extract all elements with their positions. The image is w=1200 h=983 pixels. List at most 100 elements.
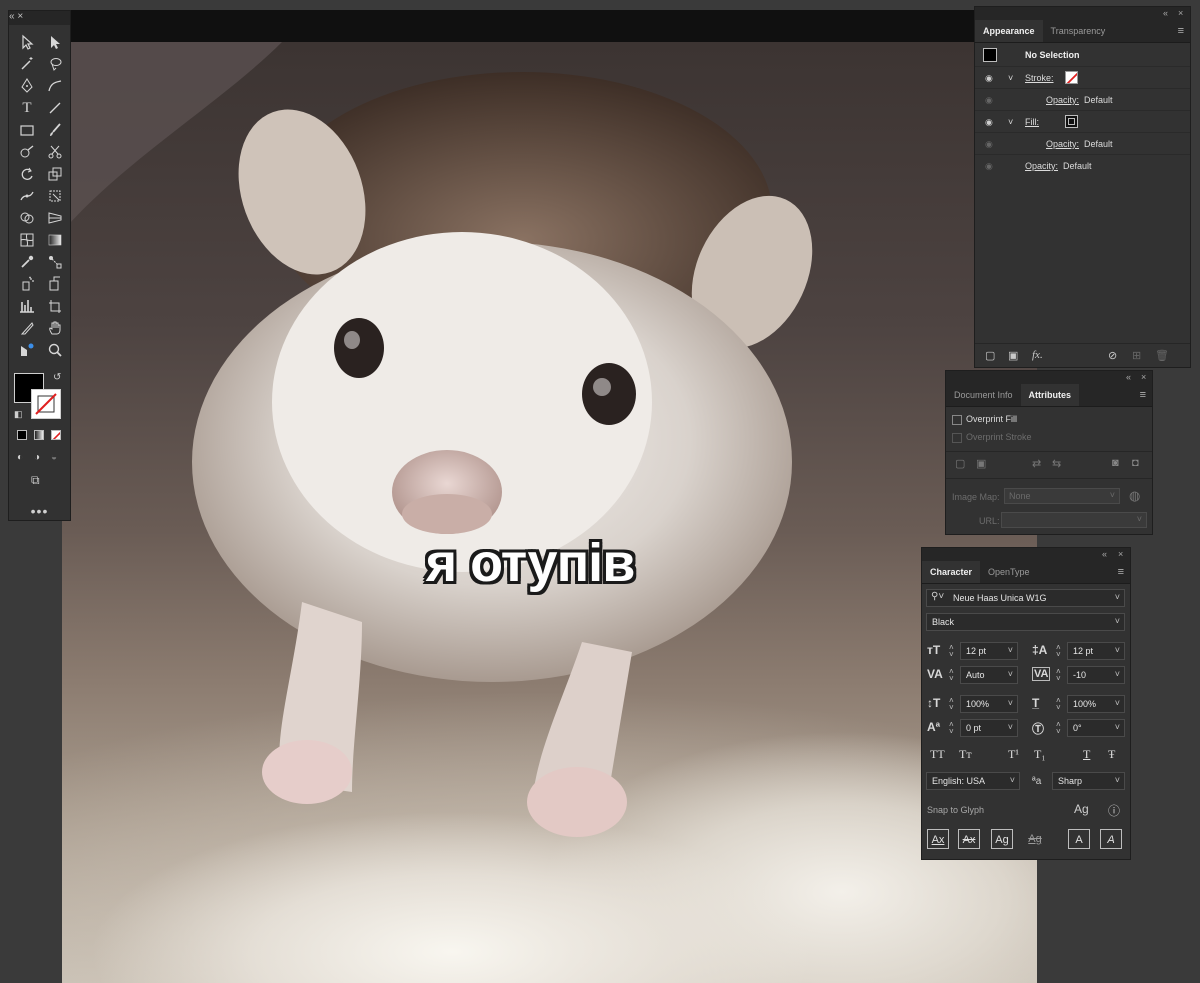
reverse-direction-off-icon[interactable]: ◙	[1112, 457, 1119, 469]
direct-selection-tool-icon[interactable]	[41, 31, 69, 53]
curvature-tool-icon[interactable]	[41, 75, 69, 97]
live-paint-bucket-tool-icon[interactable]	[41, 273, 69, 295]
snap-x-height-button[interactable]: Ax	[958, 829, 980, 849]
horizontal-scale-input[interactable]: 100% ˅	[1067, 695, 1125, 713]
duplicate-item-icon[interactable]: ⊞	[1132, 349, 1141, 362]
tab-attributes[interactable]: Attributes	[1020, 384, 1080, 406]
close-icon[interactable]: ×	[1178, 8, 1183, 18]
tools-panel-grip[interactable]: « ×	[9, 11, 70, 25]
panel-menu-icon[interactable]: ≡	[1178, 25, 1184, 37]
tab-character[interactable]: Character	[922, 561, 981, 583]
tab-document-info[interactable]: Document Info	[946, 384, 1021, 406]
rotation-input[interactable]: 0° ˅	[1067, 719, 1125, 737]
add-new-fill-icon[interactable]: ▣	[1008, 349, 1018, 362]
overprint-stroke-checkbox[interactable]	[952, 432, 962, 443]
line-segment-tool-icon[interactable]	[41, 97, 69, 119]
visibility-eye-icon[interactable]: ◉	[985, 161, 993, 172]
visibility-eye-icon[interactable]: ◉	[985, 95, 993, 106]
close-icon[interactable]: ×	[1118, 549, 1123, 559]
pen-tool-icon[interactable]	[13, 75, 41, 97]
snap-proximity-guides-button[interactable]: Ag	[1024, 829, 1046, 849]
attributes-panel-header[interactable]: « ×	[946, 371, 1152, 385]
shaper-tool-icon[interactable]	[13, 141, 41, 163]
add-new-stroke-icon[interactable]: ▢	[985, 349, 995, 362]
zoom-tool-icon[interactable]	[41, 339, 69, 361]
character-panel-header[interactable]: « ×	[922, 548, 1130, 562]
fill-row[interactable]: ◉ ˅ Fill:	[975, 111, 1190, 133]
default-fill-stroke-icon[interactable]: ◧	[14, 409, 23, 420]
subscript-button[interactable]: T₁	[1034, 747, 1046, 762]
stroke-opacity-row[interactable]: ◉ Opacity: Default	[975, 89, 1190, 111]
rotation-stepper[interactable]: ˄ ˅	[1056, 721, 1061, 736]
font-style-select[interactable]: Black ˅	[926, 613, 1125, 631]
anti-alias-select[interactable]: Sharp ˅	[1052, 772, 1125, 790]
fill-label[interactable]: Fill:	[1025, 117, 1039, 127]
tracking-input[interactable]: -10 ˅	[1067, 666, 1125, 684]
column-graph-tool-icon[interactable]	[13, 295, 41, 317]
close-icon[interactable]: ×	[17, 11, 23, 22]
snap-glyph-bounds-button[interactable]: Ag	[991, 829, 1013, 849]
slice-tool-icon[interactable]	[13, 317, 41, 339]
fill-opacity-label[interactable]: Opacity:	[1046, 139, 1079, 149]
tab-opentype[interactable]: OpenType	[980, 561, 1038, 583]
color-mode-icon[interactable]	[17, 430, 27, 440]
screen-mode-icon[interactable]: ⧉	[31, 473, 40, 488]
close-icon[interactable]: ×	[1141, 372, 1146, 382]
appearance-panel-header[interactable]: « ×	[975, 7, 1190, 21]
all-caps-button[interactable]: TT	[930, 747, 945, 762]
collapse-icon[interactable]: «	[1126, 372, 1131, 382]
font-size-input[interactable]: 12 pt ˅	[960, 642, 1018, 660]
puppet-warp-tool-icon[interactable]	[13, 339, 41, 361]
rotate-tool-icon[interactable]	[13, 163, 41, 185]
tab-transparency[interactable]: Transparency	[1043, 20, 1114, 42]
kerning-stepper[interactable]: ˄ ˅	[949, 668, 954, 683]
vertical-scale-input[interactable]: 100% ˅	[960, 695, 1018, 713]
collapse-icon[interactable]: «	[1102, 549, 1107, 559]
overprint-fill-row[interactable]: Overprint Fill	[952, 414, 1017, 425]
small-caps-button[interactable]: Tт	[959, 747, 972, 762]
trash-icon[interactable]: 🗑	[1155, 349, 1169, 362]
expand-chevron-icon[interactable]: ˅	[1008, 73, 1013, 83]
glyph-snap-options-icon[interactable]: Ag	[1074, 802, 1089, 816]
baseline-shift-stepper[interactable]: ˄ ˅	[949, 721, 954, 736]
lasso-tool-icon[interactable]	[41, 53, 69, 75]
reverse-direction-on-icon[interactable]: ◘	[1132, 457, 1139, 469]
mesh-tool-icon[interactable]	[13, 229, 41, 251]
tab-appearance[interactable]: Appearance	[975, 20, 1043, 42]
type-tool-icon[interactable]: T	[13, 97, 41, 119]
collapse-icon[interactable]: «	[1163, 8, 1168, 18]
artboard-tool-icon[interactable]	[41, 295, 69, 317]
expand-chevron-icon[interactable]: ˅	[1008, 117, 1013, 127]
snap-anchor-point-button[interactable]: A	[1100, 829, 1122, 849]
leading-input[interactable]: 12 pt ˅	[1067, 642, 1125, 660]
gradient-mode-icon[interactable]	[34, 430, 44, 440]
fill-opacity-row[interactable]: ◉ Opacity: Default	[975, 133, 1190, 155]
show-center-on-icon[interactable]: ▣	[976, 457, 986, 470]
overprint-fill-checkbox[interactable]	[952, 414, 962, 425]
add-new-effect-icon[interactable]: fx.	[1032, 349, 1043, 361]
font-family-select[interactable]: ⚲˅ Neue Haas Unica W1G ˅	[926, 589, 1125, 607]
stroke-row[interactable]: ◉ ˅ Stroke:	[975, 67, 1190, 89]
eyedropper-tool-icon[interactable]	[13, 251, 41, 273]
language-select[interactable]: English: USA ˅	[926, 772, 1020, 790]
snap-angular-guides-button[interactable]: A	[1068, 829, 1090, 849]
clear-appearance-icon[interactable]: ⊘	[1108, 349, 1117, 362]
perspective-grid-tool-icon[interactable]	[41, 207, 69, 229]
selection-tool-icon[interactable]	[13, 31, 41, 53]
magic-wand-tool-icon[interactable]	[13, 53, 41, 75]
draw-inside-icon[interactable]: ◒	[51, 452, 57, 463]
browser-globe-icon[interactable]: ◍	[1129, 488, 1140, 504]
kerning-select[interactable]: Auto ˅	[960, 666, 1018, 684]
underline-button[interactable]: T	[1083, 747, 1090, 762]
gradient-tool-icon[interactable]	[41, 229, 69, 251]
object-opacity-label[interactable]: Opacity:	[1025, 161, 1058, 171]
free-transform-tool-icon[interactable]	[41, 185, 69, 207]
none-mode-icon[interactable]	[51, 430, 61, 440]
strikethrough-button[interactable]: Ŧ	[1108, 747, 1115, 762]
panel-menu-icon[interactable]: ≡	[1140, 389, 1146, 401]
rectangle-tool-icon[interactable]	[13, 119, 41, 141]
nonzero-winding-icon[interactable]: ⇄	[1032, 457, 1041, 470]
scissors-tool-icon[interactable]	[41, 141, 69, 163]
panel-menu-icon[interactable]: ≡	[1118, 566, 1124, 578]
edit-toolbar-icon[interactable]: •••	[9, 503, 70, 519]
